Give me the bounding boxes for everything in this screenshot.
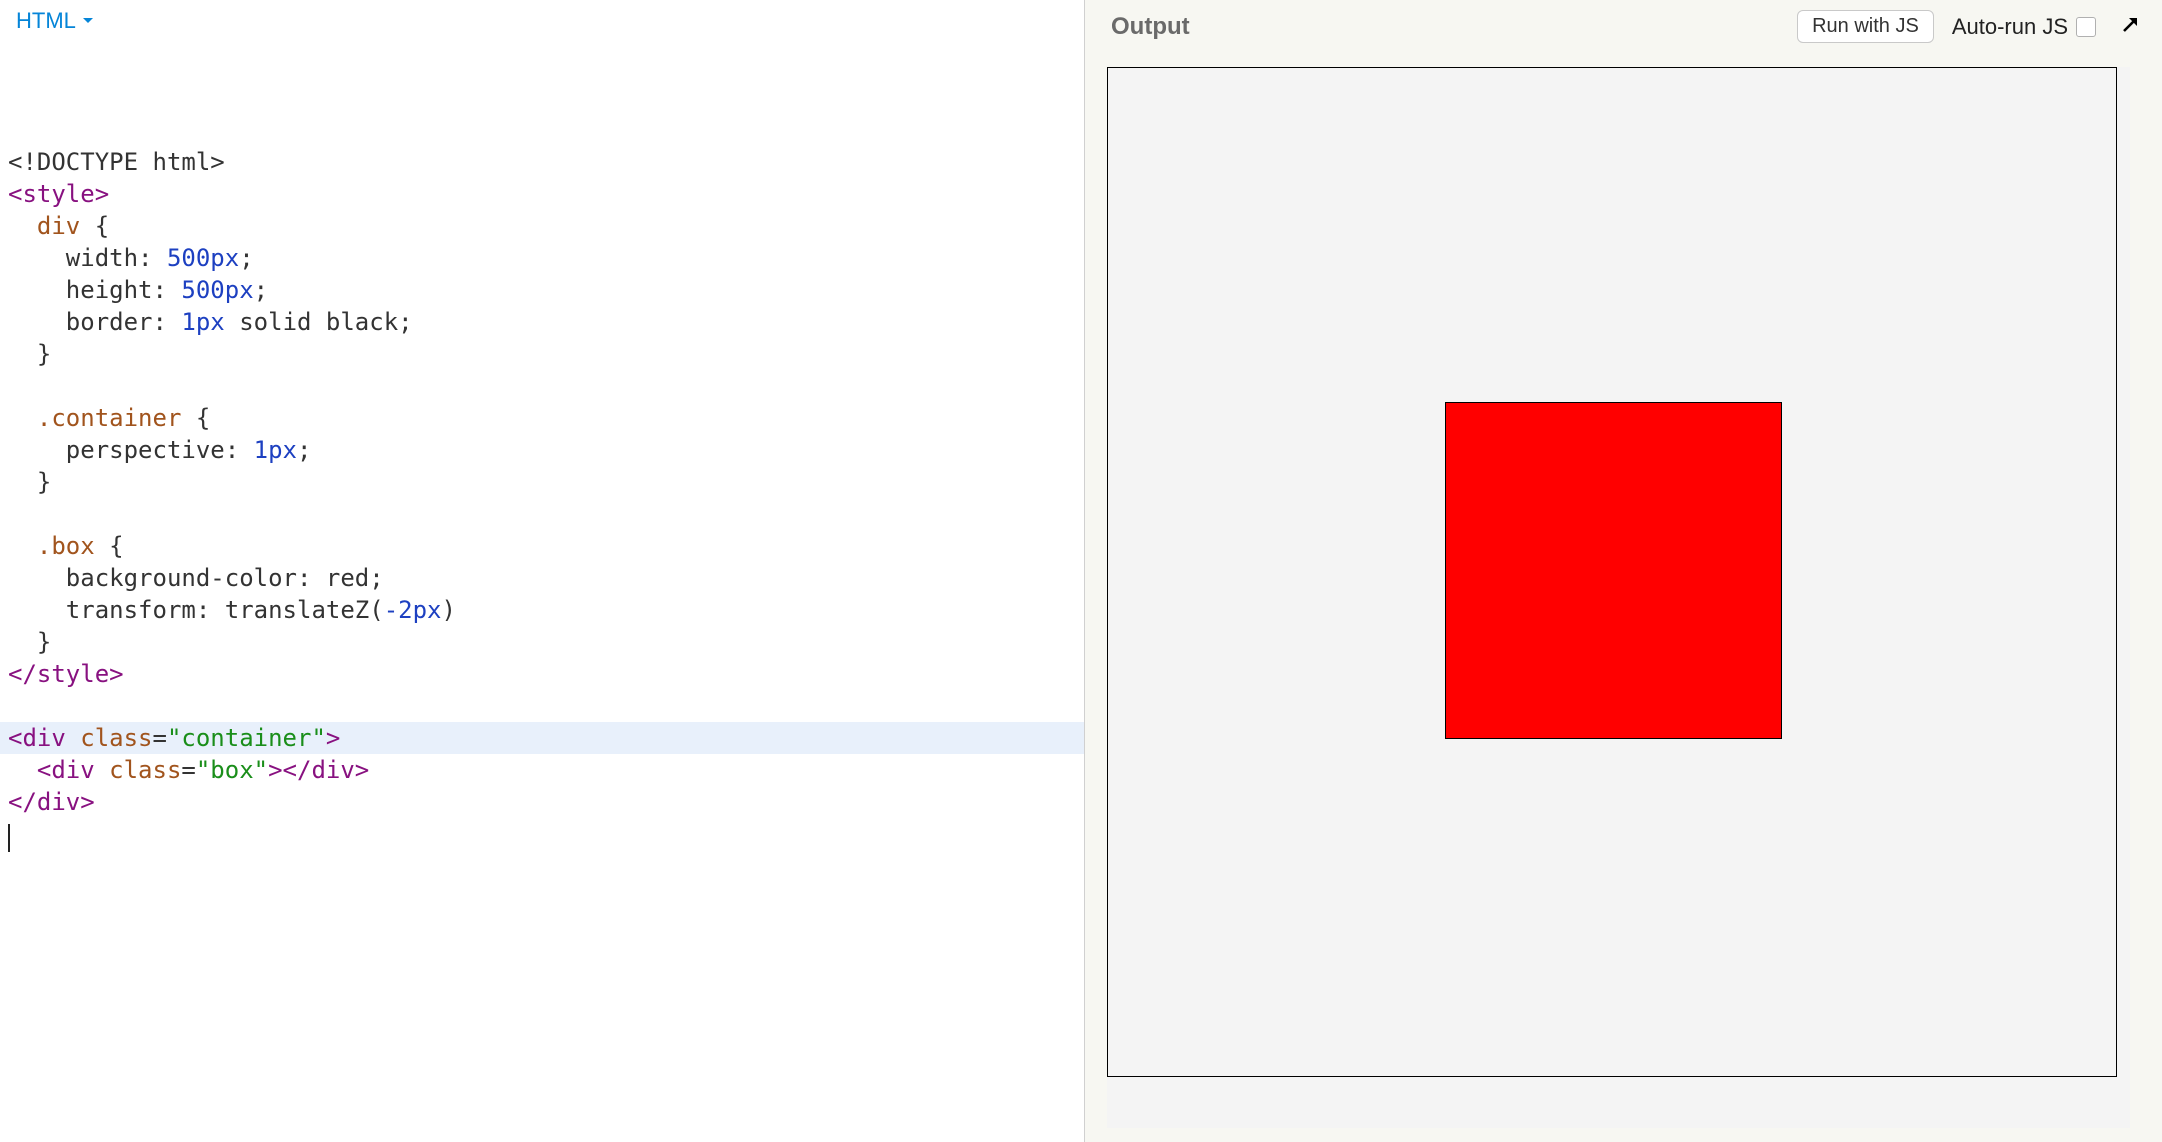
language-label: HTML xyxy=(16,8,76,34)
autorun-toggle[interactable]: Auto-run JS xyxy=(1952,14,2096,40)
output-iframe-area xyxy=(1085,53,2162,1142)
code-editor[interactable]: <!DOCTYPE html> <style> div { width: 500… xyxy=(0,42,1084,922)
run-with-js-button[interactable]: Run with JS xyxy=(1797,10,1934,43)
editor-header: HTML xyxy=(0,0,1084,42)
output-pane: Output Run with JS Auto-run JS xyxy=(1085,0,2162,1142)
expand-icon[interactable] xyxy=(2118,13,2142,40)
preview-container-div xyxy=(1107,67,2117,1077)
output-title: Output xyxy=(1111,13,1797,41)
preview-box-div xyxy=(1445,402,1782,739)
autorun-checkbox[interactable] xyxy=(2076,17,2096,37)
output-iframe xyxy=(1107,67,2130,1128)
language-selector[interactable]: HTML xyxy=(16,8,96,34)
app-root: HTML <!DOCTYPE html> <style> div { width… xyxy=(0,0,2162,1142)
output-header: Output Run with JS Auto-run JS xyxy=(1085,0,2162,53)
autorun-label: Auto-run JS xyxy=(1952,14,2068,40)
chevron-down-icon xyxy=(80,13,96,29)
editor-pane: HTML <!DOCTYPE html> <style> div { width… xyxy=(0,0,1085,1142)
code-content: <!DOCTYPE html> <style> div { width: 500… xyxy=(8,146,1076,850)
